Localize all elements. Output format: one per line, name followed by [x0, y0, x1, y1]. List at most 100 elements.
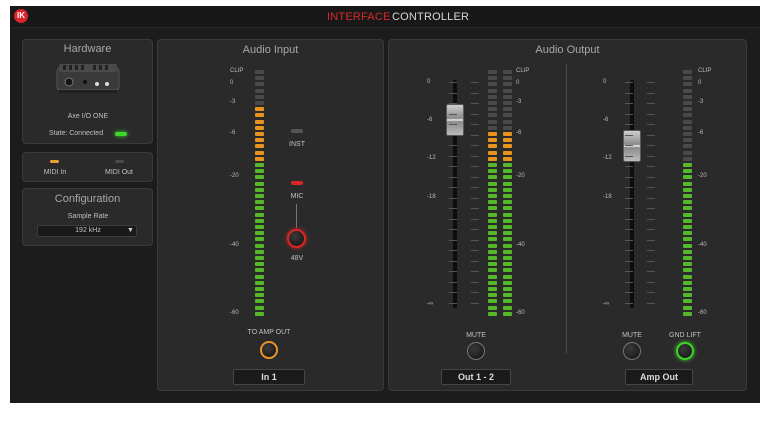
fader-scale-label: -∞ [427, 301, 434, 307]
fader-scale-tick [625, 166, 633, 167]
fader-scale-tick [449, 239, 457, 241]
fader-scale-tick [449, 187, 457, 188]
meter-segment [683, 293, 692, 298]
meter-segment [503, 169, 512, 174]
main-fader-handle[interactable] [446, 104, 464, 137]
meter-segment [255, 156, 264, 161]
meter-segment [503, 262, 512, 267]
fader-scale-tick [647, 250, 655, 251]
meter-segment [255, 262, 264, 267]
meter-scale-label: 0 [230, 80, 234, 87]
meter-segment [255, 144, 264, 149]
meter-segment [255, 119, 264, 124]
fader-scale-tick [449, 218, 457, 220]
fader-scale-tick [471, 92, 479, 94]
meter-segment [488, 274, 497, 279]
tab-interface[interactable]: INTERFACE [327, 11, 391, 23]
meter-segment [683, 218, 692, 223]
meter-segment [683, 311, 692, 316]
fader-scale-tick [625, 281, 633, 283]
meter-segment [488, 311, 497, 316]
audio-input-title: Audio Input [242, 44, 299, 56]
fader-scale-tick [449, 134, 457, 136]
meter-segment [683, 187, 692, 192]
meter-segment [488, 268, 497, 273]
meter-segment [683, 280, 692, 285]
meter-segment [255, 274, 264, 279]
meter-segment [255, 125, 264, 130]
meter-segment [488, 163, 497, 167]
meter-segment [488, 218, 497, 223]
fader-scale-tick [625, 103, 633, 104]
amp-mute-button[interactable] [623, 342, 641, 360]
sample-rate-select[interactable]: 192 kHz ▼ [37, 225, 137, 237]
meter-segment [488, 156, 497, 161]
phantom-power-button[interactable] [287, 229, 306, 248]
meter-segment [255, 138, 264, 143]
meter-segment [503, 249, 512, 254]
meter-segment [488, 82, 497, 87]
fader-scale-tick [647, 124, 655, 125]
fader-scale-tick [647, 103, 655, 104]
meter-segment [488, 212, 497, 217]
meter-segment [683, 249, 692, 254]
to-amp-out-button[interactable] [260, 341, 278, 359]
meter-segment [683, 125, 692, 130]
main-mute-button[interactable] [467, 342, 485, 360]
fader-scale-tick [647, 187, 655, 188]
meter-segment [683, 70, 692, 74]
meter-segment [503, 181, 512, 186]
meter-scale-label: -40 [698, 241, 707, 248]
gnd-lift-button[interactable] [676, 342, 694, 360]
fader-scale-tick [471, 113, 479, 115]
fader-scale-tick [625, 155, 633, 157]
meter-segment [503, 70, 512, 74]
meter-segment [255, 268, 264, 273]
sample-rate-value: 192 kHz [75, 227, 101, 234]
hardware-title: Hardware [63, 43, 112, 55]
meter-segment [503, 187, 512, 192]
fader-scale-tick [625, 134, 633, 136]
configuration-panel: Configuration Sample Rate 192 kHz ▼ [22, 188, 153, 246]
fader-scale-tick [449, 92, 457, 94]
fader-scale-tick [471, 145, 479, 146]
meter-segment [488, 206, 497, 211]
fader-scale-tick [471, 187, 479, 188]
meter-segment [683, 299, 692, 304]
meter-segment [255, 249, 264, 254]
meter-segment [503, 82, 512, 87]
meter-segment [683, 237, 692, 242]
device-name: Axe I/O ONE [67, 113, 109, 120]
meter-segment [255, 256, 264, 260]
meter-segment [488, 237, 497, 242]
meter-scale-label: -6 [516, 130, 522, 136]
meter-segment [683, 138, 692, 143]
chevron-down-icon: ▼ [127, 227, 134, 234]
mic-connector-line [296, 204, 297, 228]
audio-output-title: Audio Output [535, 44, 600, 56]
meter-segment [255, 150, 264, 155]
inst-led[interactable] [291, 129, 303, 133]
meter-segment [488, 113, 497, 118]
fader-scale-tick [647, 176, 655, 178]
meter-scale-label: -20 [698, 173, 707, 180]
meter-segment [503, 119, 512, 124]
fader-scale-tick [471, 124, 479, 125]
meter-scale-label: -6 [698, 130, 704, 136]
fader-scale-tick [471, 271, 479, 272]
fader-scale-tick [647, 82, 655, 83]
meter-segment [503, 107, 512, 112]
meter-segment [488, 243, 497, 248]
meter-scale-label: -40 [516, 241, 525, 248]
meter-segment [503, 156, 512, 161]
fader-scale-tick [471, 292, 479, 293]
app-window: IK INTERFACE CONTROLLER Hardware Axe I/O… [10, 6, 760, 403]
phantom-power-label: 48V [290, 255, 304, 262]
tab-controller[interactable]: CONTROLLER [392, 11, 469, 23]
fader-scale-tick [647, 166, 655, 167]
fader-scale-tick [625, 113, 633, 115]
midi-in-label: MIDI In [43, 169, 67, 176]
audio-input-panel: Audio Input INST MIC 48V TO AMP OUT In 1… [157, 39, 384, 391]
fader-scale-tick [471, 176, 479, 178]
mic-led[interactable] [291, 181, 303, 185]
